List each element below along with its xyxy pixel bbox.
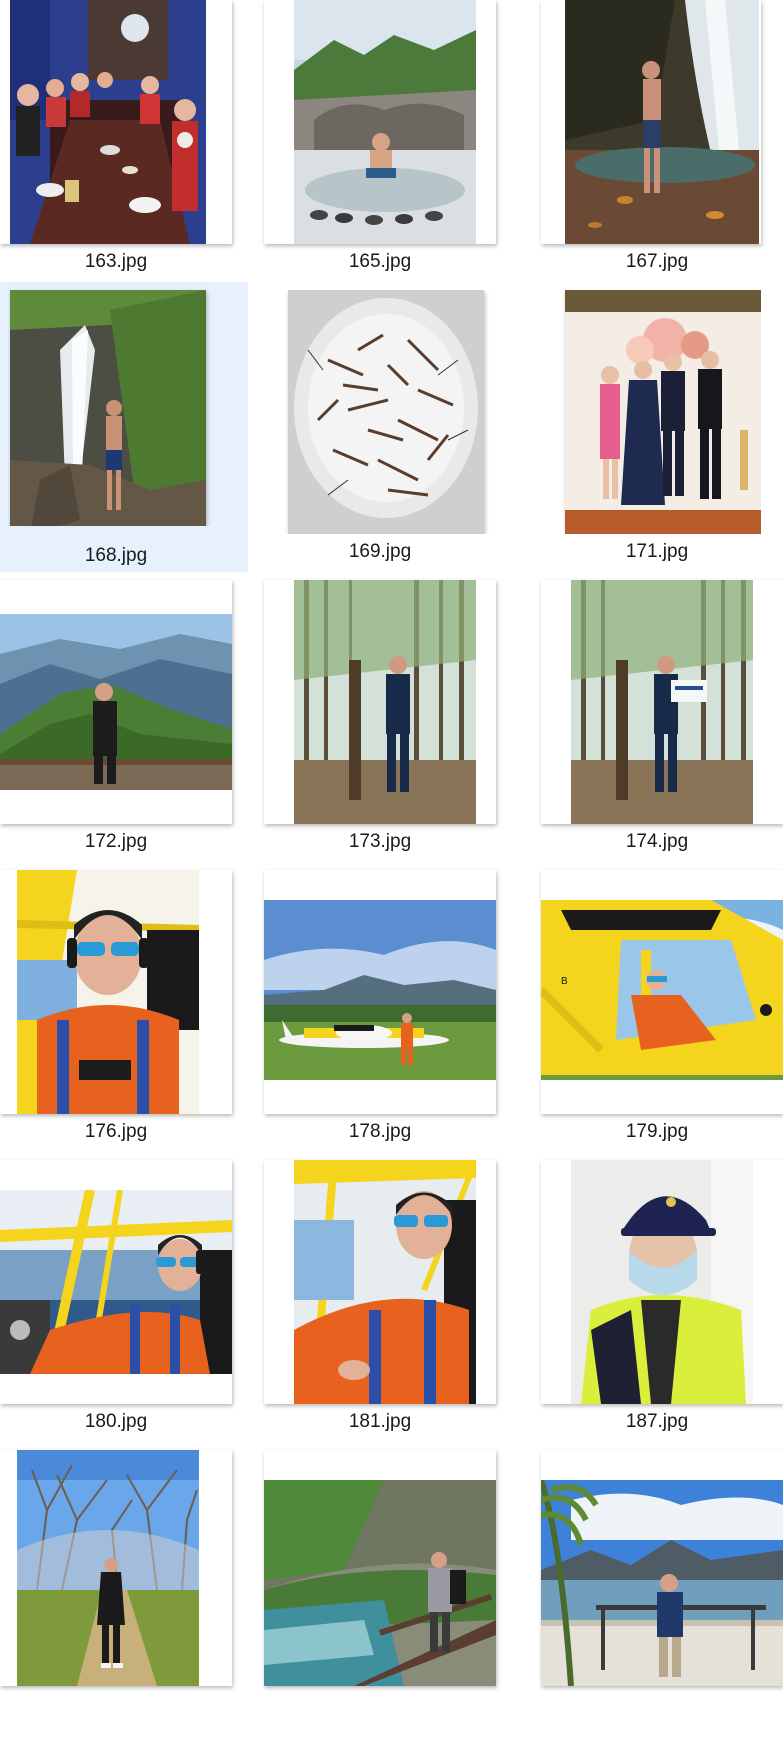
thumbnail-grid: 163.jpg 165.jpg 167.jpg 168.jpg 169.jpg … bbox=[0, 0, 783, 1686]
file-name: 187.jpg bbox=[625, 1411, 689, 1432]
thumbnail-frame bbox=[264, 580, 496, 824]
file-name: 167.jpg bbox=[625, 251, 689, 272]
thumbnail-image bbox=[541, 1480, 783, 1686]
thumbnail-image bbox=[294, 580, 476, 824]
file-name: 174.jpg bbox=[625, 831, 689, 852]
file-name: 178.jpg bbox=[348, 1121, 412, 1142]
thumbnail-frame bbox=[541, 1450, 783, 1686]
thumbnail-image: B bbox=[541, 900, 783, 1080]
file-name: 168.jpg bbox=[84, 545, 148, 566]
file-name: 180.jpg bbox=[84, 1411, 148, 1432]
thumbnail-image bbox=[10, 290, 206, 526]
thumbnail-frame bbox=[0, 580, 232, 824]
file-name: 165.jpg bbox=[348, 251, 412, 272]
thumbnail-frame bbox=[0, 870, 232, 1114]
file-item[interactable] bbox=[264, 1450, 512, 1740]
file-item-163[interactable]: 163.jpg bbox=[0, 0, 248, 290]
file-item[interactable] bbox=[0, 1450, 248, 1740]
thumbnail-image bbox=[571, 1160, 753, 1404]
thumbnail-frame bbox=[541, 290, 761, 534]
file-item-168[interactable]: 168.jpg bbox=[0, 282, 248, 572]
file-item-167[interactable]: 167.jpg bbox=[541, 0, 783, 290]
file-item-173[interactable]: 173.jpg bbox=[264, 580, 512, 870]
thumbnail-frame bbox=[0, 1160, 232, 1404]
thumbnail-image bbox=[17, 870, 199, 1114]
file-name: 171.jpg bbox=[625, 541, 689, 562]
thumbnail-frame bbox=[541, 0, 761, 244]
file-name: 176.jpg bbox=[84, 1121, 148, 1142]
thumbnail-frame bbox=[264, 290, 496, 534]
file-item-181[interactable]: 181.jpg bbox=[264, 1160, 512, 1450]
file-item-178[interactable]: 178.jpg bbox=[264, 870, 512, 1160]
file-item-187[interactable]: 187.jpg bbox=[541, 1160, 783, 1450]
file-name: 169.jpg bbox=[348, 541, 412, 562]
thumbnail-image bbox=[0, 614, 232, 790]
thumbnail-image bbox=[294, 0, 476, 244]
file-item-171[interactable]: 171.jpg bbox=[541, 290, 783, 580]
thumbnail-frame bbox=[541, 580, 783, 824]
file-name: 179.jpg bbox=[625, 1121, 689, 1142]
file-item-174[interactable]: 174.jpg bbox=[541, 580, 783, 870]
file-name: 172.jpg bbox=[84, 831, 148, 852]
thumbnail-frame: B bbox=[541, 870, 783, 1114]
thumbnail-frame bbox=[264, 1160, 496, 1404]
file-item[interactable] bbox=[541, 1450, 783, 1740]
file-name: 181.jpg bbox=[348, 1411, 412, 1432]
thumbnail-image bbox=[294, 1160, 476, 1404]
thumbnail-frame bbox=[264, 1450, 496, 1686]
thumbnail-frame bbox=[0, 282, 232, 526]
thumbnail-image bbox=[565, 290, 761, 534]
file-item-165[interactable]: 165.jpg bbox=[264, 0, 512, 290]
file-name: 163.jpg bbox=[84, 251, 148, 272]
svg-text:B: B bbox=[561, 976, 568, 987]
thumbnail-image bbox=[0, 1190, 232, 1374]
thumbnail-image bbox=[264, 1480, 496, 1686]
thumbnail-image bbox=[565, 0, 759, 244]
thumbnail-frame bbox=[264, 870, 496, 1114]
file-name: 173.jpg bbox=[348, 831, 412, 852]
file-item-180[interactable]: 180.jpg bbox=[0, 1160, 248, 1450]
thumbnail-frame bbox=[541, 1160, 783, 1404]
file-item-176[interactable]: 176.jpg bbox=[0, 870, 248, 1160]
thumbnail-frame bbox=[0, 0, 232, 244]
thumbnail-image bbox=[288, 290, 484, 534]
thumbnail-image bbox=[571, 580, 753, 824]
file-item-169[interactable]: 169.jpg bbox=[264, 290, 512, 580]
thumbnail-image bbox=[264, 900, 496, 1080]
file-item-172[interactable]: 172.jpg bbox=[0, 580, 248, 870]
thumbnail-frame bbox=[0, 1450, 232, 1686]
thumbnail-image bbox=[17, 1450, 199, 1686]
file-item-179[interactable]: B 179.jpg bbox=[541, 870, 783, 1160]
thumbnail-image bbox=[10, 0, 206, 244]
thumbnail-frame bbox=[264, 0, 496, 244]
